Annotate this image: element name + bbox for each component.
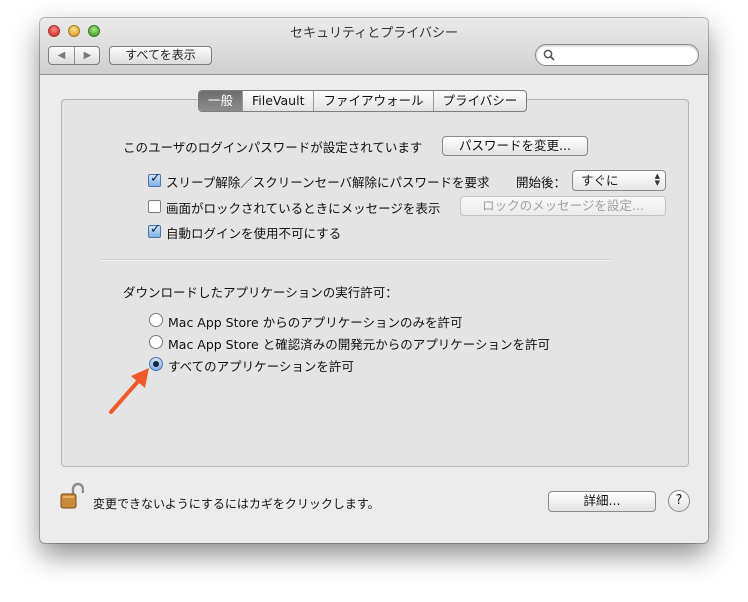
back-button[interactable]: ◀ <box>49 47 75 64</box>
lock-message-checkbox[interactable] <box>148 200 161 213</box>
padlock-icon[interactable] <box>60 482 84 510</box>
checkmark-icon: ✓ <box>150 222 161 237</box>
annotation-arrow-icon <box>109 368 149 414</box>
window-title: セキュリティとプライバシー <box>290 26 458 41</box>
help-button[interactable]: ? <box>668 490 690 512</box>
lock-hint-text: 変更できないようにするにはカギをクリックします。 <box>93 497 380 511</box>
tab-general[interactable]: 一般 <box>199 91 243 111</box>
tab-privacy[interactable]: プライバシー <box>432 91 527 111</box>
delay-label: 開始後： <box>516 175 567 190</box>
radio-app-store-only-label: Mac App Store からのアプリケーションのみを許可 <box>168 315 463 330</box>
radio-app-store-identified-label: Mac App Store と確認済みの開発元からのアプリケーションを許可 <box>168 337 550 352</box>
show-all-button[interactable]: すべてを表示 <box>109 46 212 65</box>
delay-popup[interactable]: すぐに ▲ ▼ <box>572 170 666 191</box>
lock-message-label: 画面がロックされているときにメッセージを表示 <box>166 201 441 216</box>
title-bar: セキュリティとプライバシー ◀ ▶ すべてを表示 <box>40 18 708 75</box>
preferences-window: セキュリティとプライバシー ◀ ▶ すべてを表示 一般 FileVault ファ… <box>40 18 708 543</box>
password-status-text: このユーザのログインパスワードが設定されています <box>123 140 423 155</box>
popup-arrows-icon: ▲ ▼ <box>654 172 660 187</box>
advanced-button[interactable]: 詳細... <box>548 491 656 512</box>
search-field[interactable] <box>535 44 699 66</box>
radio-app-store-only[interactable] <box>149 313 163 327</box>
radio-anywhere-label: すべてのアプリケーションを許可 <box>168 359 354 374</box>
set-lock-message-button[interactable]: ロックのメッセージを設定... <box>460 196 666 216</box>
tab-filevault[interactable]: FileVault <box>242 91 313 111</box>
radio-app-store-identified[interactable] <box>149 335 163 349</box>
forward-button[interactable]: ▶ <box>75 47 100 64</box>
section-divider <box>100 259 610 261</box>
disable-auto-login-label: 自動ログインを使用不可にする <box>166 226 342 241</box>
change-password-button[interactable]: パスワードを変更... <box>442 136 588 156</box>
download-heading: ダウンロードしたアプリケーションの実行許可： <box>123 285 398 300</box>
disable-auto-login-checkbox[interactable]: ✓ <box>148 222 161 238</box>
tab-bar: 一般 FileVault ファイアウォール プライバシー <box>198 90 528 112</box>
require-password-label: スリープ解除／スクリーンセーバ解除にパスワードを要求 <box>166 175 490 190</box>
search-icon <box>543 49 555 61</box>
require-password-checkbox[interactable]: ✓ <box>148 171 161 187</box>
delay-value: すぐに <box>581 173 619 188</box>
checkmark-icon: ✓ <box>150 171 161 186</box>
tab-firewall[interactable]: ファイアウォール <box>313 91 432 111</box>
back-forward-control: ◀ ▶ <box>48 46 100 65</box>
